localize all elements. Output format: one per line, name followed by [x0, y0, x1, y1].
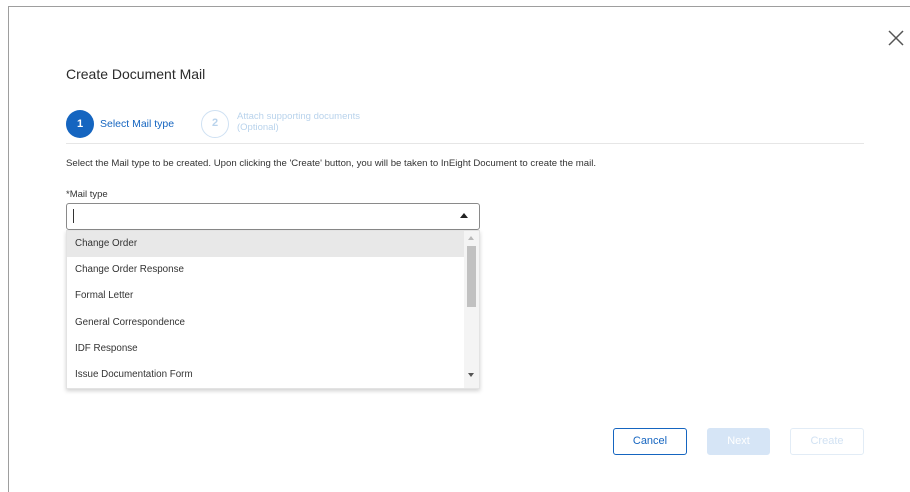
create-button[interactable]: Create	[790, 428, 864, 455]
close-icon[interactable]	[887, 29, 905, 47]
dropdown-option-change-order[interactable]: Change Order	[67, 231, 464, 257]
mail-type-select[interactable]	[66, 203, 480, 230]
stepper-divider	[66, 143, 864, 144]
scrollbar-thumb[interactable]	[467, 246, 476, 307]
step-2-label: Attach supporting documents (Optional)	[237, 111, 360, 133]
next-button[interactable]: Next	[707, 428, 770, 455]
dialog-title: Create Document Mail	[66, 66, 206, 82]
step-1-number: 1	[66, 110, 94, 138]
dropdown-option-change-order-response[interactable]: Change Order Response	[67, 257, 464, 283]
step-1-label: Select Mail type	[100, 118, 175, 130]
dropdown-option-idf-response[interactable]: IDF Response	[67, 336, 464, 362]
mail-type-input[interactable]	[76, 207, 436, 225]
scroll-down-arrow-icon[interactable]	[468, 373, 474, 377]
dropdown-option-general-correspondence[interactable]: General Correspondence	[67, 310, 464, 336]
instruction-text: Select the Mail type to be created. Upon…	[66, 158, 597, 169]
step-2-label-line1: Attach supporting documents	[237, 111, 361, 122]
scroll-up-arrow-icon[interactable]	[468, 236, 474, 240]
step-2-number: 2	[201, 110, 229, 138]
dropdown-option-formal-letter[interactable]: Formal Letter	[67, 283, 464, 309]
step-2-label-line2: (Optional)	[237, 122, 279, 133]
dropdown-option-issue-documentation-form[interactable]: Issue Documentation Form	[67, 362, 464, 388]
text-cursor	[73, 209, 74, 223]
dropdown-scrollbar[interactable]	[464, 231, 479, 388]
mail-type-label: *Mail type	[66, 189, 108, 200]
cancel-button[interactable]: Cancel	[613, 428, 687, 455]
mail-type-dropdown-list: Change Order Change Order Response Forma…	[66, 230, 480, 389]
caret-up-icon[interactable]	[460, 213, 468, 218]
